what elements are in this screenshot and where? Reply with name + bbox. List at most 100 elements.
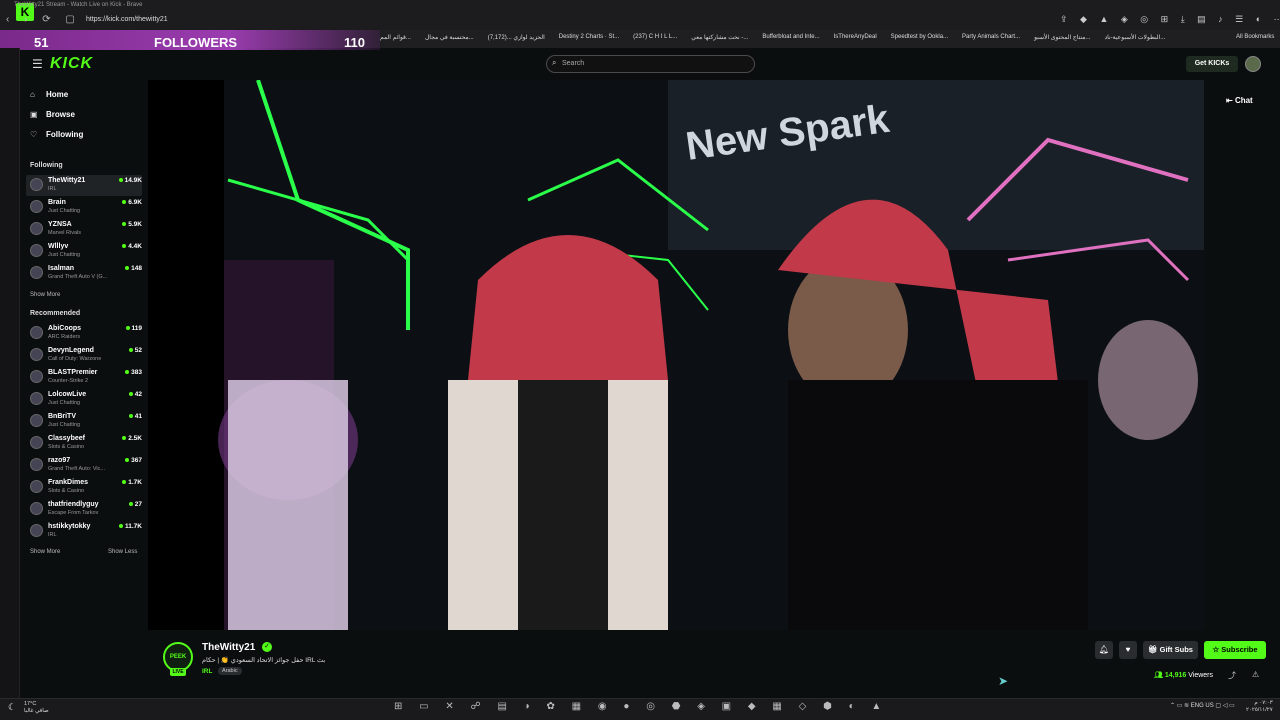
channel-viewer-count: 11.7K <box>114 523 142 530</box>
bookmark-item[interactable]: منتاج المحتوى الأسبو... <box>1034 34 1090 41</box>
chat-toggle-button[interactable]: ⇤ Chat <box>1226 96 1253 105</box>
channel-name[interactable]: FrankDimes <box>48 479 88 486</box>
bookmark-item[interactable]: البطولات الأسبوعية-ناد... <box>1104 34 1165 41</box>
channel-avatar[interactable] <box>30 414 43 427</box>
address-bar[interactable]: https://kick.com/thewitty21 <box>86 16 168 23</box>
channel-name[interactable]: Classybeef <box>48 435 85 442</box>
menu-icon[interactable]: ☰ <box>32 57 43 71</box>
kick-logo[interactable]: KICK <box>50 55 93 73</box>
show-less-recommended[interactable]: Show Less <box>108 549 137 555</box>
bookmark-item[interactable]: IsThereAnyDeal <box>834 34 877 41</box>
weather-temp: 17°C <box>24 701 37 707</box>
channel-name[interactable]: TheWitty21 <box>48 177 85 184</box>
live-dot-icon <box>122 480 127 485</box>
channel-name[interactable]: hstikkytokky <box>48 523 90 530</box>
viewer-number: 367 <box>131 457 142 464</box>
nav-browse[interactable]: Browse <box>46 110 75 119</box>
extension-icons[interactable]: ⇪ ◆ ▲ ◈ ◎ ⊞ ⤓ ▤ ♪ ☰ ◐ ⋯ <box>1060 14 1280 25</box>
bookmark-item[interactable]: Destiny 2 Charts · St... <box>559 34 619 41</box>
channel-avatar[interactable] <box>30 178 43 191</box>
channel-category: IRL <box>48 532 57 538</box>
weather-widget[interactable]: 17°C صافي غالبا <box>24 701 49 715</box>
stream-title: حفل جوائز الاتحاد السعودي 👏 | حكام IRL ب… <box>202 657 326 664</box>
channel-avatar[interactable] <box>30 266 43 279</box>
subscribe-label: Subscribe <box>1221 645 1258 654</box>
viewer-count: 👥︎ 14,916 Viewers <box>1154 671 1213 679</box>
share-icon[interactable]: ⤴ <box>1228 670 1236 681</box>
notification-bell-button[interactable]: 🔔︎ <box>1095 641 1113 659</box>
channel-avatar[interactable] <box>30 524 43 537</box>
channel-avatar[interactable] <box>30 480 43 493</box>
channel-name[interactable]: Isalman <box>48 265 74 272</box>
channel-category: Just Chatting <box>48 422 81 428</box>
channel-avatar[interactable] <box>30 458 43 471</box>
channel-avatar[interactable] <box>30 222 43 235</box>
channel-category: Call of Duty: Warzone <box>48 356 102 362</box>
channel-name[interactable]: LolcowLive <box>48 391 86 398</box>
gift-subs-button[interactable]: 🎁︎ Gift Subs <box>1143 641 1198 659</box>
live-dot-icon <box>122 222 127 227</box>
follow-button[interactable]: ♥ <box>1119 641 1137 659</box>
tab-title[interactable]: TheWitty21 Stream - Watch Live on Kick -… <box>14 2 142 8</box>
system-tray[interactable]: ⌃ ▭ ≋ ENG US ▢ ◁ ▭ <box>1170 702 1235 709</box>
bookmark-item[interactable]: (237) C H I L L... <box>633 34 677 41</box>
channel-viewer-count: 4.4K <box>114 243 142 250</box>
channel-category: Slots & Casino <box>48 488 85 494</box>
streamer-name[interactable]: TheWitty21 <box>202 642 255 653</box>
bookmark-item[interactable]: Bufferbloat and Inte... <box>762 34 819 41</box>
channel-avatar[interactable] <box>30 244 43 257</box>
video-player[interactable]: New Spark <box>148 80 1204 630</box>
subscribe-button[interactable]: ☆ Subscribe <box>1204 641 1266 659</box>
channel-avatar[interactable] <box>30 326 43 339</box>
nav-home[interactable]: Home <box>46 90 68 99</box>
browser-nav-icons[interactable]: ‹ › ⟳ ▢ <box>6 14 81 25</box>
followers-label: FOLLOWERS <box>154 35 238 50</box>
bookmark-item[interactable]: Speedtest by Ookla... <box>891 34 948 41</box>
channel-name[interactable]: AbiCoops <box>48 325 81 332</box>
channel-avatar[interactable] <box>30 370 43 383</box>
taskbar-clock[interactable]: ٠٧:٠٣ م ٢٠٢٥/١١/٢٧ <box>1246 700 1273 714</box>
channel-name[interactable]: Wlllyv <box>48 243 68 250</box>
stream-tag[interactable]: Arabic <box>218 667 242 675</box>
bookmark-item[interactable]: محتسبة في مجال... <box>425 34 474 41</box>
show-more-following[interactable]: Show More <box>30 292 60 298</box>
viewer-number: 6.9K <box>128 199 142 206</box>
tray-region: US <box>1205 703 1214 709</box>
report-icon[interactable]: ⚠ <box>1252 670 1259 679</box>
channel-name[interactable]: razo97 <box>48 457 70 464</box>
nav-following[interactable]: Following <box>46 130 83 139</box>
channel-name[interactable]: thatfriendlyguy <box>48 501 99 508</box>
channel-name[interactable]: YZNSA <box>48 221 72 228</box>
viewer-number: 41 <box>134 413 142 420</box>
channel-avatar[interactable] <box>30 392 43 405</box>
channel-category: IRL <box>48 186 57 192</box>
chat-label: Chat <box>1234 96 1253 105</box>
bookmark-item[interactable]: الحزيد لوازي ...(7,172) <box>488 34 545 41</box>
channel-name[interactable]: BnBriTV <box>48 413 76 420</box>
show-more-recommended[interactable]: Show More <box>30 549 60 555</box>
channel-name[interactable]: DevynLegend <box>48 347 94 354</box>
bookmark-item[interactable]: قوائم المم... <box>380 34 411 41</box>
bookmark-item[interactable]: Party Animals Chart... <box>962 34 1020 41</box>
viewer-number: 52 <box>134 347 142 354</box>
bookmark-item[interactable]: نحت مشاركتها معي -... <box>691 34 748 41</box>
channel-name[interactable]: Brain <box>48 199 66 206</box>
channel-viewer-count: 148 <box>114 265 142 272</box>
channel-avatar[interactable] <box>30 436 43 449</box>
viewer-number: 42 <box>134 391 142 398</box>
channel-viewer-count: 2.5K <box>114 435 142 442</box>
viewer-number: 2.5K <box>128 435 142 442</box>
live-dot-icon <box>128 348 133 353</box>
user-avatar[interactable] <box>1245 56 1261 72</box>
stream-category[interactable]: IRL <box>202 668 212 675</box>
channel-avatar[interactable] <box>30 348 43 361</box>
all-bookmarks-button[interactable]: All Bookmarks <box>1236 34 1274 40</box>
channel-category: Grand Theft Auto V (G... <box>48 274 108 280</box>
taskbar-app-icons[interactable]: ⊞ ▭ ✕ ☍ ▤ ◑ ✿ ▦ ◉ ● ◎ ⬣ ◈ ▣ ◆ ▦ ◇ ⬢ ◐ ▲ <box>394 701 888 712</box>
gift-subs-label: Gift Subs <box>1159 645 1193 654</box>
channel-avatar[interactable] <box>30 200 43 213</box>
channel-name[interactable]: BLASTPremier <box>48 369 97 376</box>
channel-avatar[interactable] <box>30 502 43 515</box>
get-kicks-button[interactable]: Get KICKs <box>1186 56 1238 72</box>
get-kicks-label: Get KICKs <box>1194 60 1230 67</box>
